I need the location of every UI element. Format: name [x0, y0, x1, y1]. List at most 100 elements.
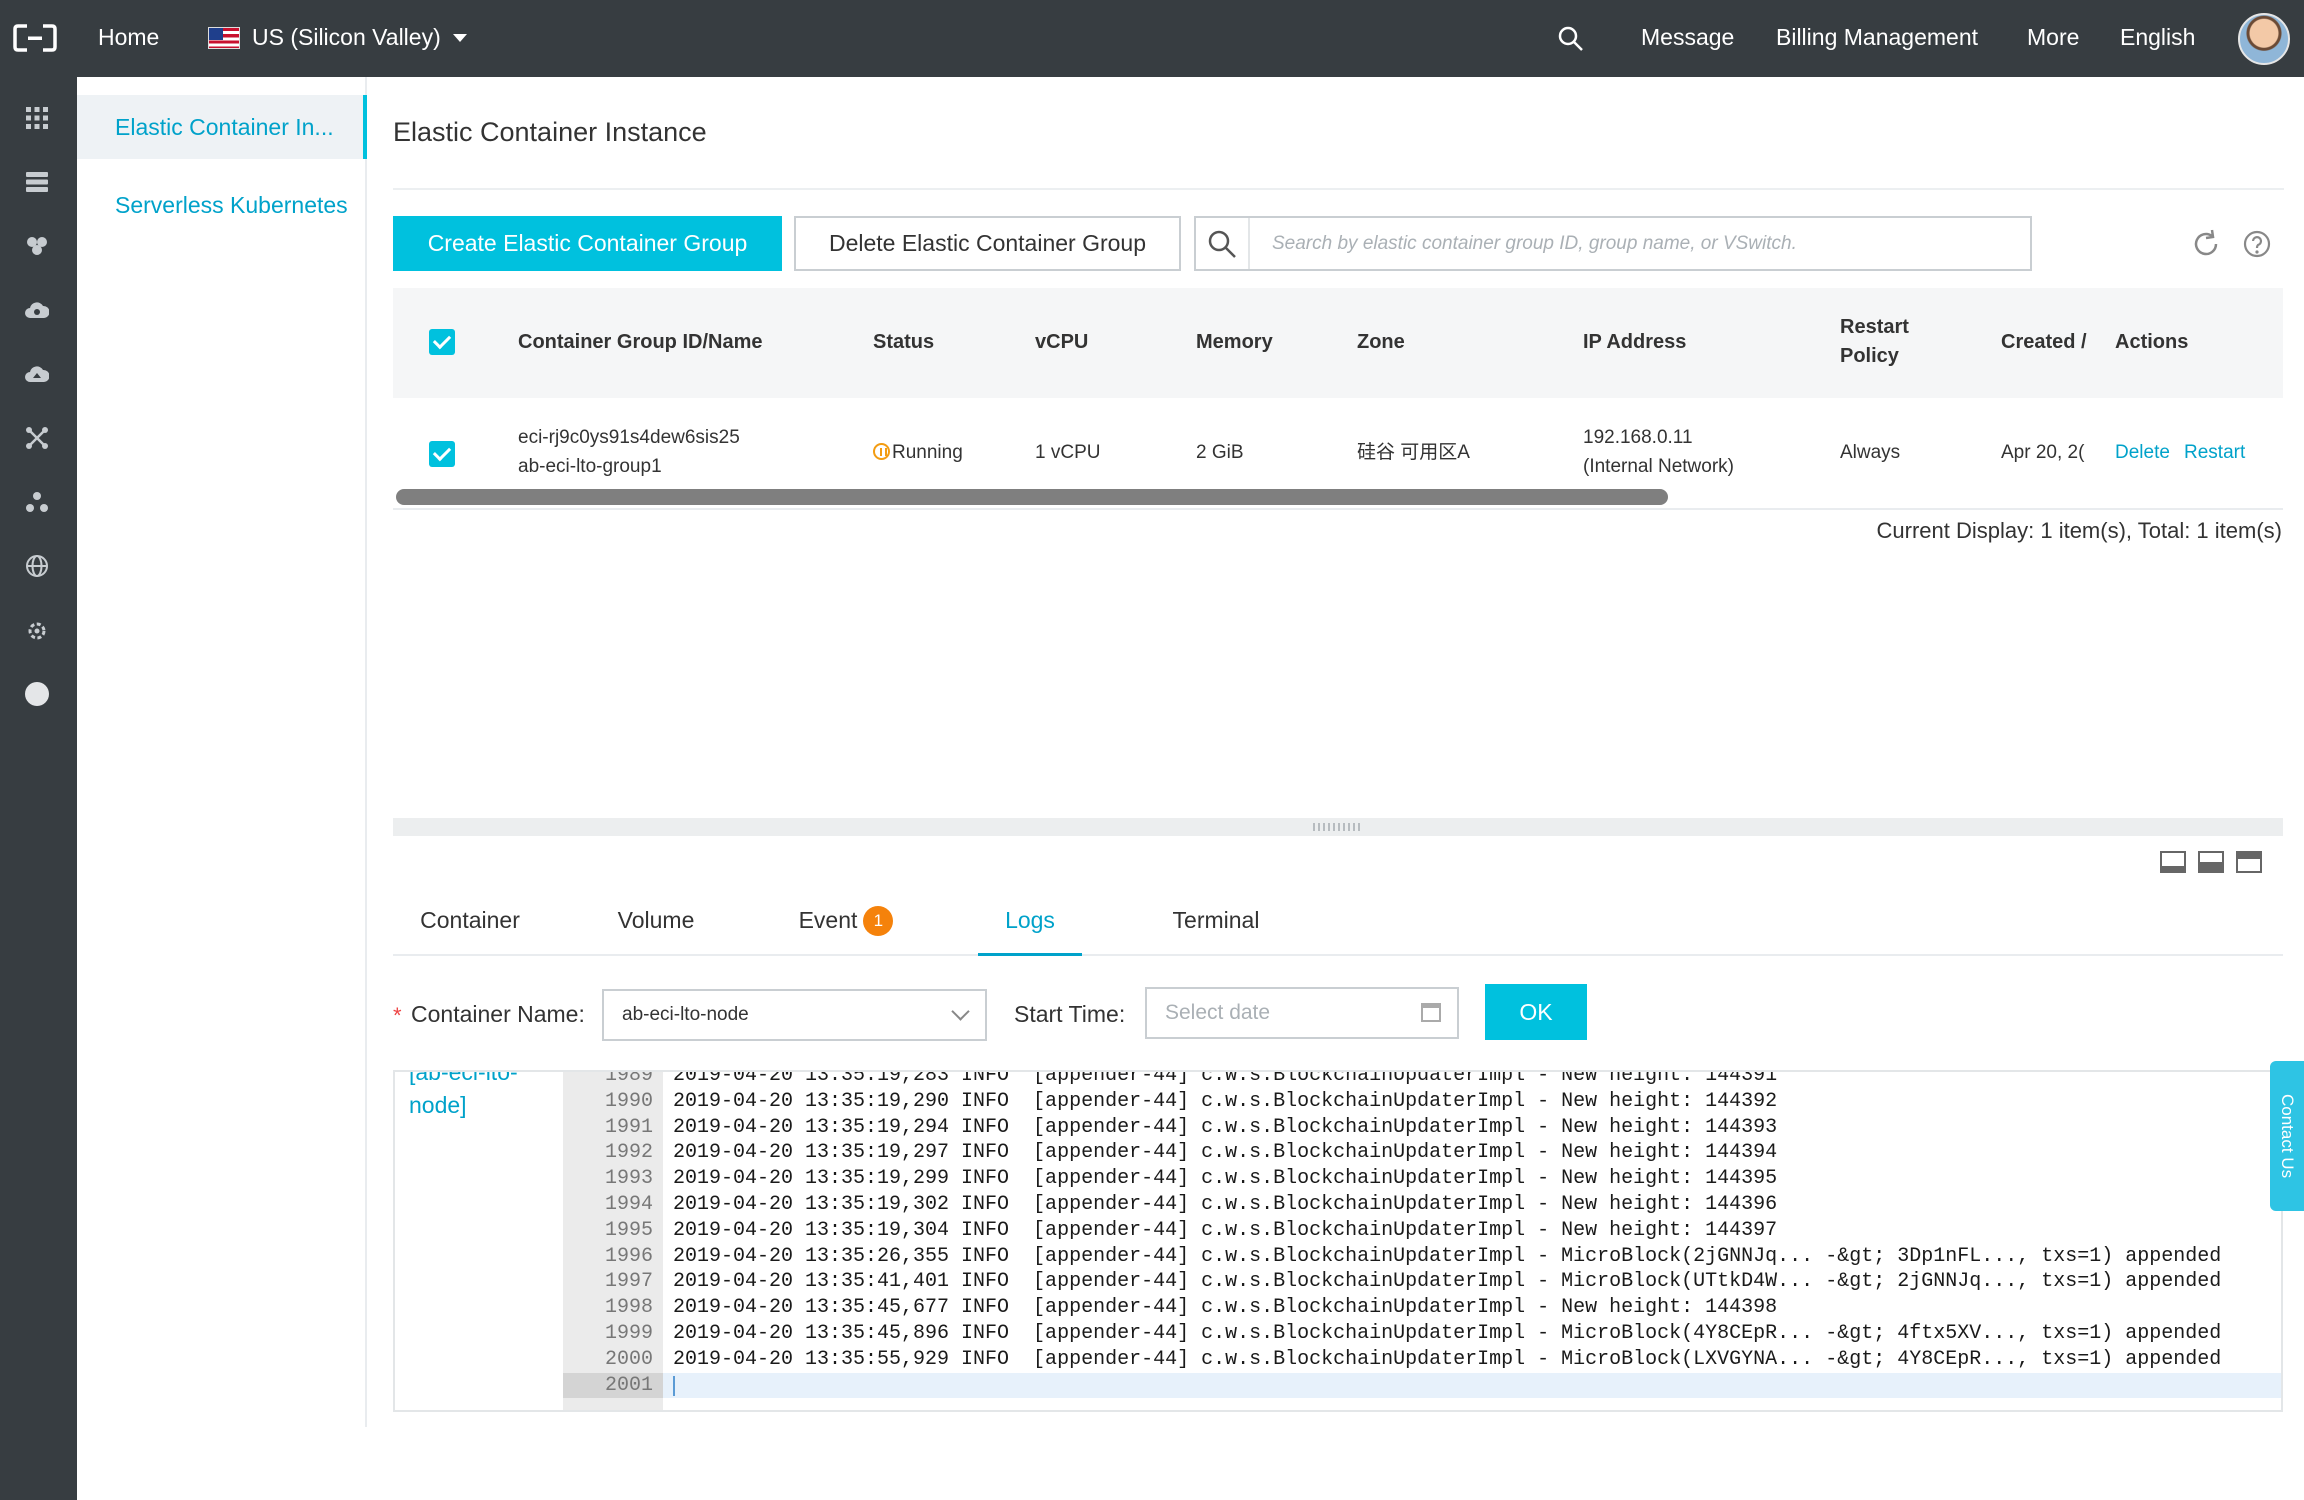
line-number: 1998 [604, 1296, 653, 1320]
running-status-icon [873, 443, 890, 460]
log-text: 2019-04-20 13:35:41,401 INFO [appender-4… [673, 1270, 2222, 1294]
line-number: 1995 [604, 1218, 653, 1242]
log-container-reference[interactable]: [ab-eci-lto-node] [409, 1072, 529, 1122]
more-link[interactable]: More [2027, 24, 2079, 51]
layout-split-icon[interactable] [2198, 851, 2224, 873]
required-marker: * [393, 1003, 402, 1028]
log-text: 2019-04-20 13:35:19,294 INFO [appender-4… [673, 1115, 1778, 1139]
delete-container-group-button[interactable]: Delete Elastic Container Group [794, 216, 1181, 271]
log-text: 2019-04-20 13:35:55,929 INFO [appender-4… [673, 1347, 2222, 1371]
column-header-ip: IP Address [1583, 331, 1687, 353]
table-header: Container Group ID/Name Status vCPU Memo… [393, 288, 2283, 398]
log-text: 2019-04-20 13:35:19,302 INFO [appender-4… [673, 1192, 1778, 1216]
search-box [1194, 216, 2032, 271]
tab-event[interactable]: Event 1 [771, 880, 921, 956]
sidebar-item-elastic-container-instance[interactable]: Elastic Container In... [77, 95, 367, 159]
cluster-icon[interactable] [22, 231, 52, 261]
restart-policy-cell: Always [1840, 442, 1901, 463]
tab-container[interactable]: Container [393, 880, 547, 956]
column-header-restart-policy-line1: Restart [1840, 316, 1909, 338]
column-header-status: Status [873, 331, 935, 353]
line-number: 1990 [604, 1089, 653, 1113]
log-text: 2019-04-20 13:35:19,297 INFO [appender-4… [673, 1141, 1778, 1165]
memory-cell: 2 GiB [1196, 442, 1244, 463]
status-cell: Running [873, 438, 963, 467]
event-count-badge: 1 [863, 906, 894, 936]
gear-cloud-icon[interactable] [22, 615, 52, 645]
cloud-upload-icon[interactable] [22, 359, 52, 389]
pagination-summary: Current Display: 1 item(s), Total: 1 ite… [1876, 518, 2282, 543]
search-input[interactable] [1272, 228, 2012, 260]
network-nodes-icon[interactable] [22, 423, 52, 453]
top-navigation-bar: Home US (Silicon Valley) Message Billing… [0, 0, 2304, 77]
sidebar-item-serverless-kubernetes[interactable]: Serverless Kubernetes [77, 173, 367, 237]
status-text: Running [892, 442, 963, 463]
log-line: 1996 2019-04-20 13:35:26,355 INFO [append… [563, 1244, 2281, 1270]
line-number: 2000 [604, 1347, 653, 1371]
contact-us-button[interactable]: Contact Us [2270, 1061, 2304, 1211]
log-text: 2019-04-20 13:35:45,896 INFO [appender-4… [673, 1321, 2222, 1345]
text-cursor [673, 1375, 675, 1396]
circle-icon[interactable] [22, 679, 52, 709]
log-line: 1998 2019-04-20 13:35:45,677 INFO [append… [563, 1295, 2281, 1321]
language-link[interactable]: English [2120, 24, 2195, 51]
start-time-label-text: Start Time [1014, 1001, 1119, 1027]
line-number: 1999 [604, 1321, 653, 1345]
created-cell: Apr 20, 2( [2001, 442, 2085, 463]
row-checkbox[interactable] [429, 441, 455, 467]
log-line: 1994 2019-04-20 13:35:19,302 INFO [append… [563, 1192, 2281, 1218]
create-container-group-button[interactable]: Create Elastic Container Group [393, 216, 782, 271]
log-line: 1999 2019-04-20 13:35:45,896 INFO [append… [563, 1321, 2281, 1347]
server-list-icon[interactable] [22, 167, 52, 197]
line-number: 1997 [604, 1270, 653, 1294]
refresh-icon[interactable] [2190, 228, 2222, 260]
log-line: 1993 2019-04-20 13:35:19,299 INFO [append… [563, 1166, 2281, 1192]
caret-down-icon [452, 33, 467, 42]
region-selector[interactable]: US (Silicon Valley) [208, 24, 467, 51]
line-number: 1993 [604, 1167, 653, 1191]
horizontal-scrollbar[interactable] [396, 489, 1668, 505]
line-number: 1991 [604, 1115, 653, 1139]
user-avatar[interactable] [2238, 13, 2290, 65]
home-link[interactable]: Home [98, 24, 159, 51]
restart-action-link[interactable]: Restart [2184, 438, 2245, 467]
delete-action-link[interactable]: Delete [2115, 438, 2170, 467]
billing-management-link[interactable]: Billing Management [1776, 24, 1978, 51]
grid-menu-icon[interactable] [22, 103, 52, 133]
topology-icon[interactable] [22, 487, 52, 517]
log-text: 2019-04-20 13:35:45,677 INFO [appender-4… [673, 1296, 1778, 1320]
message-link[interactable]: Message [1641, 24, 1734, 51]
log-text: 2019-04-20 13:35:26,355 INFO [appender-4… [673, 1244, 2222, 1268]
log-viewer[interactable]: [ab-eci-lto-node] 1989 2019-04-20 13:35:1… [393, 1070, 2283, 1412]
ok-button[interactable]: OK [1485, 984, 1587, 1040]
container-group-name: ab-eci-lto-group1 [518, 456, 662, 477]
log-line: 2001 [563, 1372, 2281, 1399]
search-icon[interactable] [1556, 24, 1586, 54]
search-icon[interactable] [1206, 228, 1238, 260]
log-text: 2019-04-20 13:35:19,299 INFO [appender-4… [673, 1167, 1778, 1191]
column-header-actions: Actions [2115, 331, 2189, 353]
zone-cell: 硅谷 可用区A [1357, 442, 1470, 463]
tab-terminal[interactable]: Terminal [1141, 880, 1291, 956]
log-text: 2019-04-20 13:35:19,304 INFO [appender-4… [673, 1218, 1778, 1242]
log-line: 1990 2019-04-20 13:35:19,290 INFO [append… [563, 1089, 2281, 1115]
log-text: 2019-04-20 13:35:19,283 INFO [appender-4… [673, 1070, 1778, 1087]
log-line: 1991 2019-04-20 13:35:19,294 INFO [append… [563, 1115, 2281, 1141]
help-icon[interactable] [2241, 228, 2273, 260]
select-all-checkbox[interactable] [429, 329, 455, 355]
layout-top-icon[interactable] [2236, 851, 2262, 873]
tab-logs[interactable]: Logs [978, 880, 1082, 956]
log-line: 2000 2019-04-20 13:35:55,929 INFO [append… [563, 1347, 2281, 1373]
layout-bottom-icon[interactable] [2160, 851, 2186, 873]
tab-volume[interactable]: Volume [586, 880, 726, 956]
panel-resize-splitter[interactable] [393, 818, 2283, 836]
title-divider [393, 188, 2284, 190]
globe-icon[interactable] [22, 551, 52, 581]
aliyun-logo-icon[interactable] [12, 22, 58, 54]
cloud-settings-icon[interactable] [22, 295, 52, 325]
product-sidebar: Elastic Container In... Serverless Kuber… [77, 77, 367, 1427]
log-line: 1989 2019-04-20 13:35:19,283 INFO [append… [563, 1070, 2281, 1089]
start-time-date-picker[interactable]: Select date [1145, 987, 1459, 1039]
container-group-id: eci-rj9c0ys91s4dew6sis25 [518, 427, 740, 448]
container-name-select[interactable]: ab-eci-lto-node [602, 989, 987, 1041]
